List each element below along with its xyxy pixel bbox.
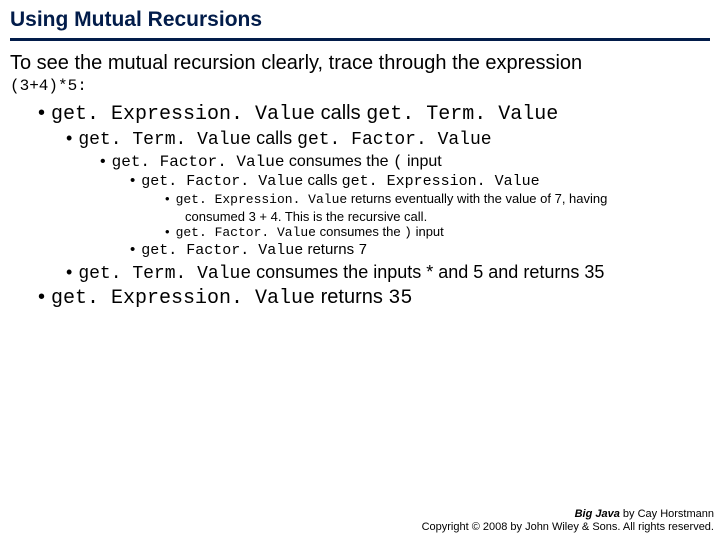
code-getterm: get. Term. Value	[78, 130, 251, 150]
code-getfactor: get. Factor. Value	[141, 173, 303, 190]
bullet-l0-returns35: • get. Expression. Value returns 35	[38, 285, 710, 311]
code-paren-open: (	[393, 153, 403, 171]
bullet-dot: •	[38, 285, 45, 310]
bullet-l4-returns7: • get. Expression. Value returns eventua…	[165, 191, 710, 208]
code-getexpr: get. Expression. Value	[342, 173, 540, 190]
text-consumes: consumes the	[284, 153, 393, 170]
code-getfactor: get. Factor. Value	[112, 153, 285, 171]
code-getterm: get. Term. Value	[366, 103, 558, 126]
bullet-dot: •	[165, 191, 170, 207]
text-returns: returns	[315, 286, 388, 308]
slide-title: Using Mutual Recursions	[10, 8, 710, 32]
bullet-dot: •	[165, 224, 170, 240]
text-consumes: consumes the	[316, 224, 404, 239]
code-getexpr: get. Expression. Value	[51, 103, 315, 126]
intro-text: To see the mutual recursion clearly, tra…	[10, 51, 710, 75]
bullet-dot: •	[130, 241, 135, 260]
bullet-l4-consumes-close: • get. Factor. Value consumes the ) inpu…	[165, 224, 710, 241]
code-paren-close: )	[404, 225, 412, 240]
bullet-dot: •	[38, 101, 45, 126]
bullet-dot: •	[130, 172, 135, 191]
text-returns: returns	[303, 241, 358, 258]
text-input: input	[412, 224, 444, 239]
bullet-dot: •	[66, 127, 72, 150]
text-consumes-returns35: consumes the inputs * and 5 and returns …	[251, 262, 604, 282]
text-calls: calls	[251, 128, 297, 148]
bullet-l4-cont: consumed 3 + 4. This is the recursive ca…	[185, 209, 710, 224]
text-calls: calls	[315, 102, 366, 124]
footer: Big Java by Cay Horstmann Copyright © 20…	[422, 508, 714, 534]
text-input: input	[403, 153, 442, 170]
code-35: 35	[388, 287, 412, 310]
bullet-l3-returns7: • get. Factor. Value returns 7	[130, 241, 710, 261]
book-author: by Cay Horstmann	[620, 508, 714, 520]
bullet-l2-consumes-open: • get. Factor. Value consumes the ( inpu…	[100, 152, 710, 172]
bullet-l3-calls-expr: • get. Factor. Value calls get. Expressi…	[130, 172, 710, 192]
expression-code: (3+4)*5:	[10, 77, 710, 95]
text-calls: calls	[303, 172, 341, 189]
bullet-l0-calls: • get. Expression. Value calls get. Term…	[38, 101, 710, 127]
bullet-l1-calls: • get. Term. Value calls get. Factor. Va…	[66, 127, 710, 152]
code-getfactor: get. Factor. Value	[141, 242, 303, 259]
bullet-l1-returns35: • get. Term. Value consumes the inputs *…	[66, 261, 710, 286]
code-getexpr: get. Expression. Value	[176, 192, 348, 207]
code-7: 7	[358, 242, 367, 259]
book-title: Big Java	[575, 508, 620, 520]
bullet-dot: •	[66, 261, 72, 284]
bullet-dot: •	[100, 152, 106, 172]
code-getfactor: get. Factor. Value	[176, 225, 316, 240]
copyright: Copyright © 2008 by John Wiley & Sons. A…	[422, 521, 714, 534]
code-getterm: get. Term. Value	[78, 264, 251, 284]
code-getexpr: get. Expression. Value	[51, 287, 315, 310]
title-rule	[10, 38, 710, 41]
code-getfactor: get. Factor. Value	[297, 130, 491, 150]
text-returns-eventually: returns eventually with the value of 7, …	[347, 191, 607, 206]
